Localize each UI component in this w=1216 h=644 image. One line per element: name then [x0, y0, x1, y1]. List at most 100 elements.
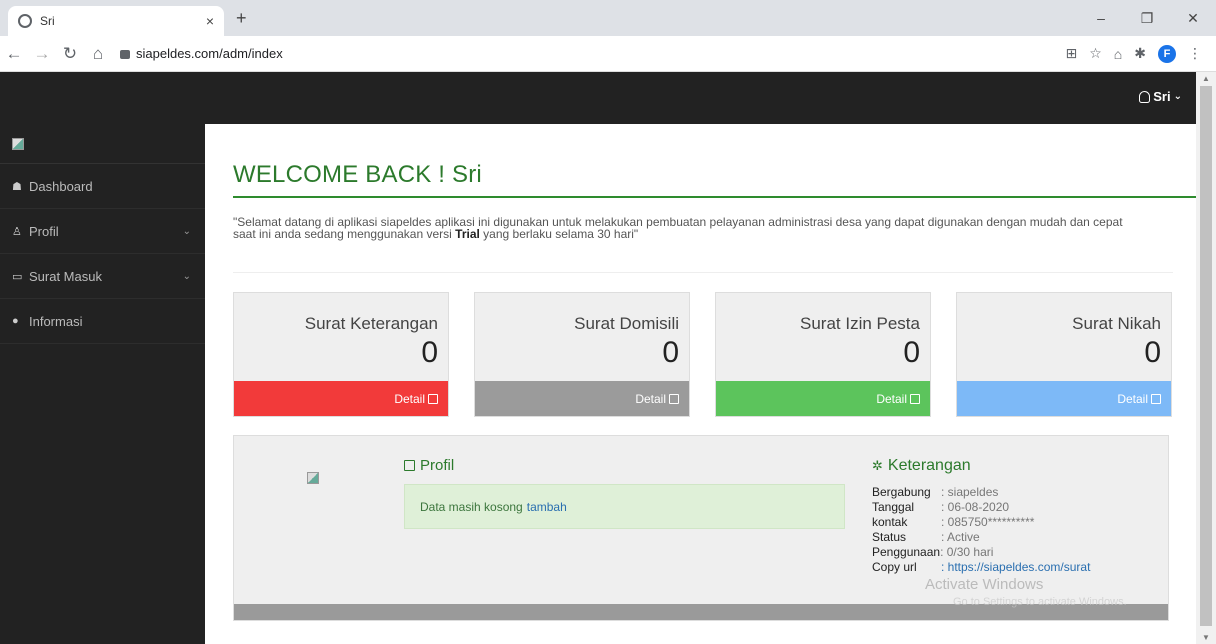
contact-card-icon [669, 393, 679, 404]
sidebar-item-label: Profil [29, 223, 59, 239]
info-icon: ● [12, 315, 19, 327]
url-text: siapeldes.com/adm/index [136, 46, 283, 61]
card-surat-nikah: Surat Nikah 0 Detail [956, 292, 1172, 417]
detail-button[interactable]: Detail [475, 381, 689, 416]
broken-image-icon [12, 137, 24, 150]
row-value: : 0/30 hari [940, 545, 994, 559]
row-key: Bergabung [872, 485, 931, 499]
detail-button[interactable]: Detail [716, 381, 930, 416]
profile-panel: Profil Data masih kosong tambah ✲ Ketera… [233, 435, 1169, 621]
user-icon [1139, 90, 1151, 103]
lock-icon [120, 50, 130, 59]
card-surat-domisili: Surat Domisili 0 Detail [474, 292, 690, 417]
translate-icon[interactable]: ⊞ [1066, 45, 1078, 62]
detail-button[interactable]: Detail [957, 381, 1171, 416]
address-bar: ← → ↻ ⌂ siapeldes.com/adm/index ⊞ ☆ ⌂ ✱ … [0, 36, 1216, 72]
chevron-down-icon: ⌄ [182, 270, 191, 282]
row-key: kontak [872, 515, 908, 529]
contact-card-icon [404, 460, 415, 471]
profile-avatar[interactable]: F [1158, 44, 1176, 63]
profile-heading: Profil [404, 457, 454, 474]
back-icon[interactable]: ← [0, 44, 28, 64]
contact-card-icon [1151, 393, 1161, 404]
intro-line-2a: saat ini anda sedang menggunakan versi [233, 227, 456, 241]
trial-label: Trial [455, 227, 480, 241]
sidebar-item-surat-masuk[interactable]: ▭ Surat Masuk ⌄ [0, 254, 205, 299]
home-shortcut-icon[interactable]: ⌂ [1114, 46, 1122, 62]
main-content: WELCOME BACK ! Sri "Selamat datang di ap… [205, 124, 1197, 644]
row-key: Copy url [872, 560, 917, 574]
detail-label: Detail [635, 391, 666, 406]
keterangan-heading: ✲ Keterangan [872, 457, 971, 475]
contact-card-icon [428, 393, 438, 404]
chevron-down-icon: ⌄ [182, 225, 191, 237]
sidebar-item-label: Surat Masuk [29, 268, 102, 284]
window-controls: – ❐ ✕ [1078, 0, 1216, 36]
reload-icon[interactable]: ↻ [56, 44, 84, 64]
add-profile-link[interactable]: tambah [527, 500, 567, 514]
browser-tab[interactable]: Sri × [8, 6, 224, 36]
card-title: Surat Izin Pesta [799, 314, 920, 333]
empty-text: Data masih kosong [420, 499, 523, 514]
intro-line-2b: yang berlaku selama 30 hari" [479, 227, 639, 241]
scroll-thumb[interactable] [1200, 86, 1212, 626]
row-key: Tanggal [872, 500, 915, 514]
detail-label: Detail [1117, 391, 1148, 406]
sidebar-item-dashboard[interactable]: ☗ Dashboard [0, 164, 205, 209]
minimize-icon[interactable]: – [1078, 10, 1124, 26]
profile-empty-alert: Data masih kosong tambah [404, 484, 845, 529]
row-value: : Active [941, 530, 980, 544]
extensions-icon[interactable]: ✱ [1134, 45, 1146, 62]
card-surat-keterangan: Surat Keterangan 0 Detail [233, 292, 449, 417]
url-field[interactable]: siapeldes.com/adm/index [120, 46, 283, 61]
profile-photo [307, 472, 319, 484]
menu-icon[interactable]: ⋮ [1188, 45, 1202, 62]
scroll-down-icon[interactable]: ▼ [1202, 633, 1210, 642]
keterangan-list: Bergabung : siapeldes Tanggal: 06-08-2020… [872, 485, 1090, 575]
sidebar-item-label: Dashboard [29, 178, 93, 194]
user-icon: ♙ [12, 225, 22, 238]
new-tab-button[interactable]: + [236, 8, 247, 29]
title-divider [233, 196, 1197, 198]
detail-label: Detail [876, 391, 907, 406]
user-name: Sri [1153, 89, 1171, 104]
detail-button[interactable]: Detail [234, 381, 448, 416]
keterangan-row: Penggunaan: 0/30 hari [872, 545, 1090, 560]
forward-icon[interactable]: → [28, 44, 56, 64]
sidebar-item-profil[interactable]: ♙ Profil ⌄ [0, 209, 205, 254]
home-icon: ☗ [12, 180, 22, 193]
card-count: 0 [662, 336, 679, 369]
browser-tab-strip: Sri × + – ❐ ✕ [0, 0, 1216, 36]
row-key: Penggunaan [872, 545, 941, 559]
profile-heading-label: Profil [420, 457, 455, 474]
activate-windows-watermark: Activate Windows [925, 576, 1044, 593]
card-title: Surat Nikah [1072, 314, 1161, 333]
home-browser-icon[interactable]: ⌂ [84, 44, 112, 64]
card-title: Surat Keterangan [304, 314, 438, 333]
star-icon[interactable]: ☆ [1089, 45, 1102, 62]
sidebar-item-label: Informasi [29, 313, 83, 329]
intro-text: "Selamat datang di aplikasi siapeldes ap… [233, 216, 1173, 241]
row-value: : 085750********** [941, 515, 1035, 529]
tab-close-button[interactable]: × [206, 13, 214, 29]
restore-icon[interactable]: ❐ [1124, 10, 1170, 27]
globe-icon [18, 14, 32, 28]
app-topbar: Sri ⌄ [0, 72, 1196, 124]
copy-url-link[interactable]: : https://siapeldes.com/surat [941, 560, 1090, 575]
card-surat-izin-pesta: Surat Izin Pesta 0 Detail [715, 292, 931, 417]
sidebar: ☗ Dashboard ♙ Profil ⌄ ▭ Surat Masuk ⌄ ●… [0, 124, 205, 644]
close-window-icon[interactable]: ✕ [1170, 10, 1216, 27]
user-menu[interactable]: Sri ⌄ [1139, 89, 1182, 104]
scroll-up-icon[interactable]: ▲ [1202, 74, 1210, 83]
row-value: : siapeldes [941, 485, 999, 499]
section-divider [233, 272, 1173, 273]
sidebar-item-informasi[interactable]: ● Informasi [0, 299, 205, 344]
chevron-down-icon: ⌄ [1173, 91, 1182, 102]
toolbar-icons: ⊞ ☆ ⌂ ✱ F ⋮ [1066, 44, 1216, 63]
keterangan-row: Tanggal: 06-08-2020 [872, 500, 1090, 515]
logo [0, 124, 205, 164]
keterangan-row: kontak : 085750********** [872, 515, 1090, 530]
gear-icon: ✲ [872, 458, 883, 473]
keterangan-heading-label: Keterangan [887, 457, 971, 474]
page-scrollbar[interactable]: ▲ ▼ [1196, 72, 1216, 644]
